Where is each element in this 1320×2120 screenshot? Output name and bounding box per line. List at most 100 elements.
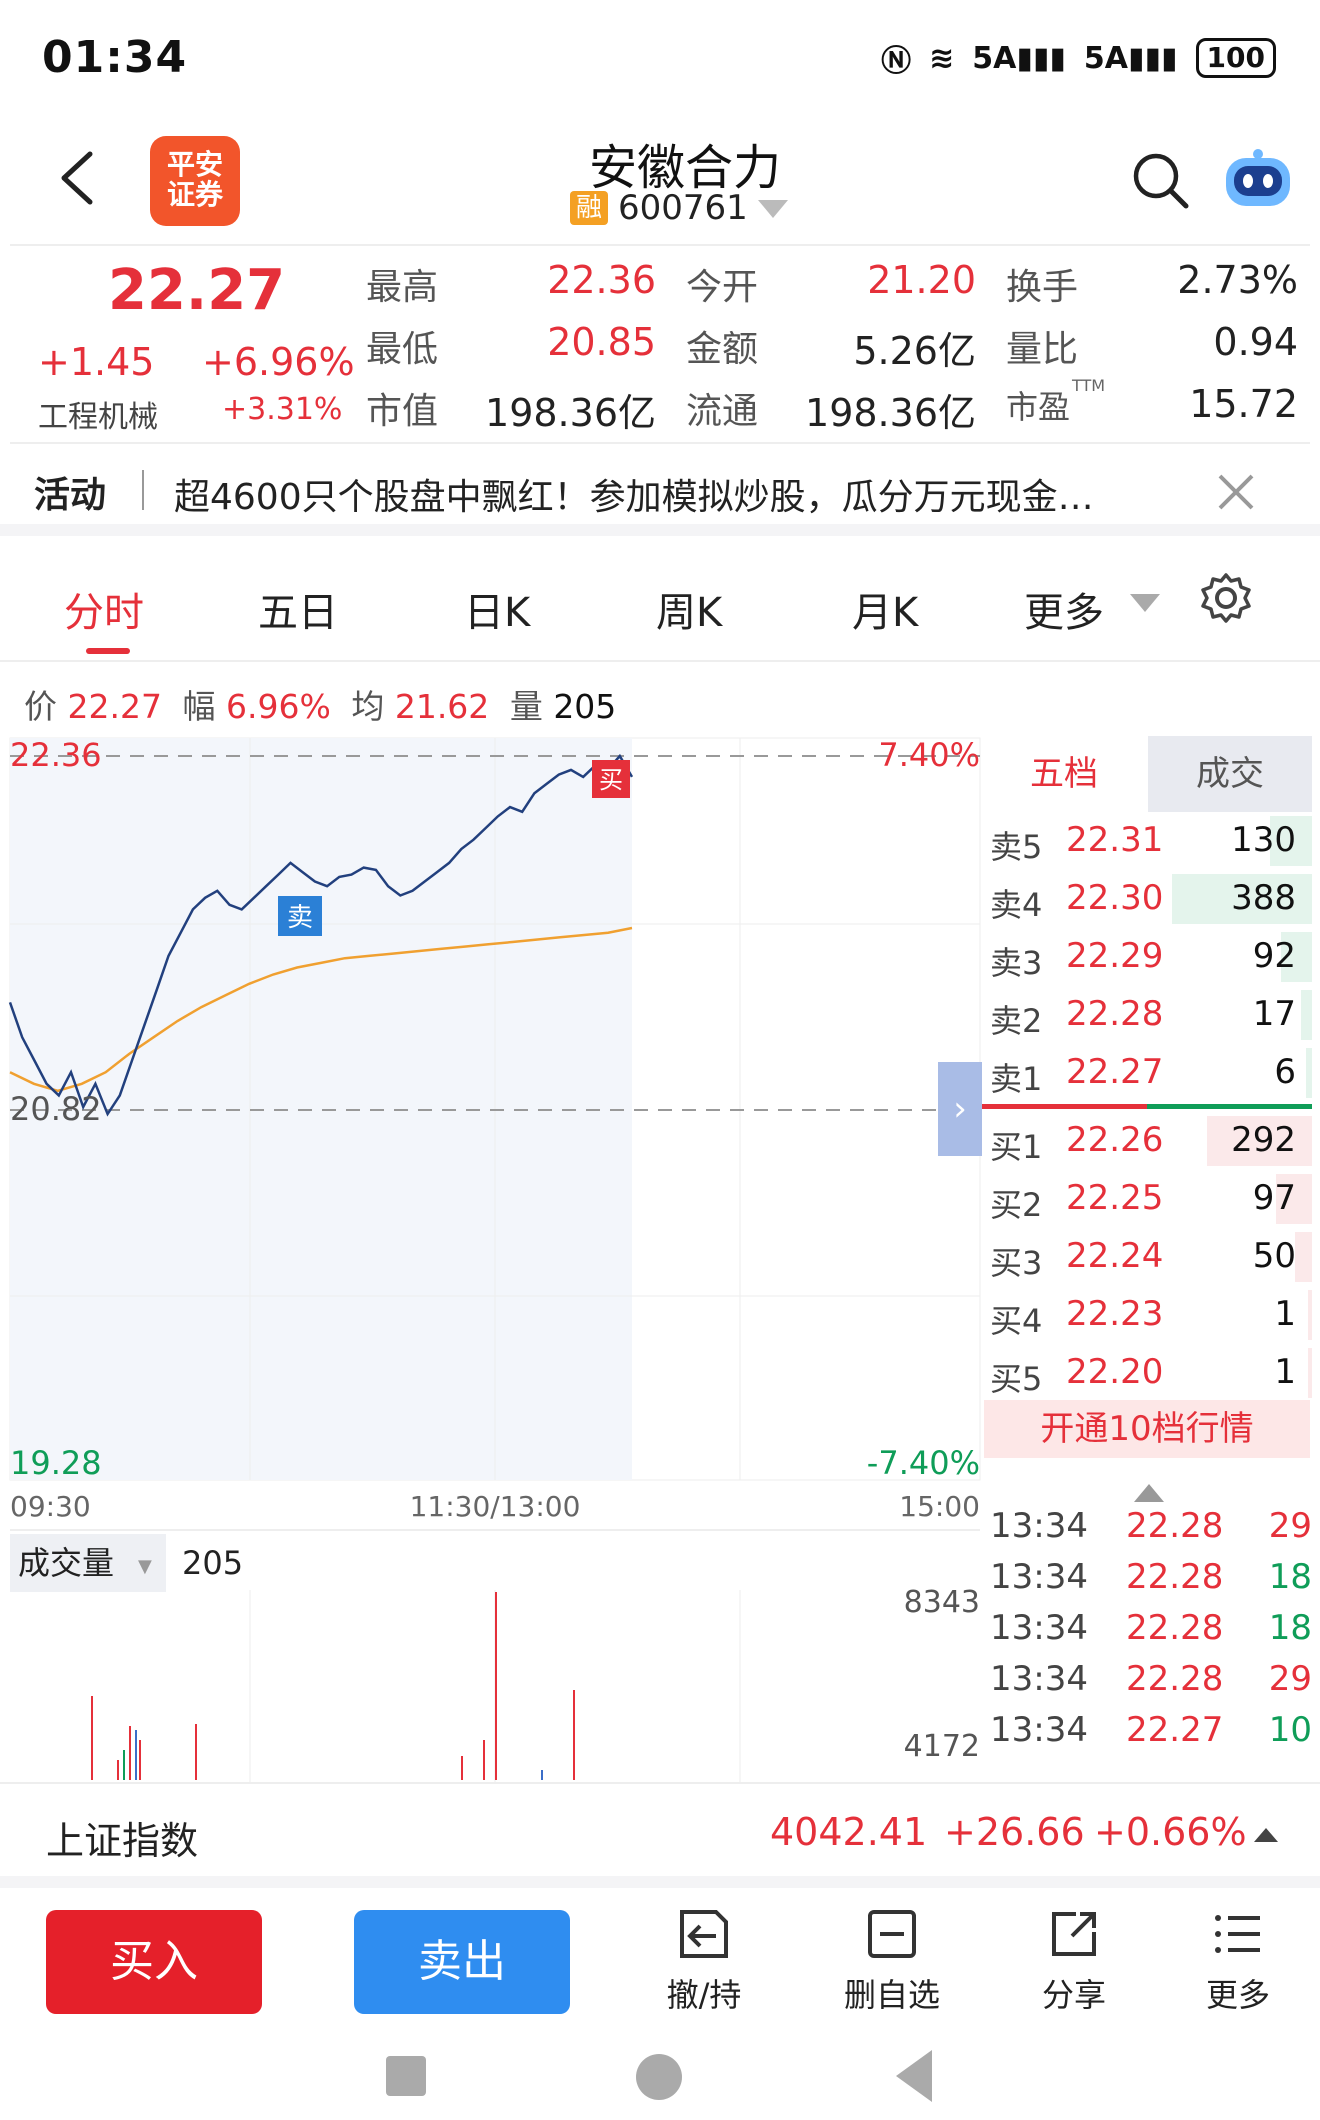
pct-min-label: -7.40%: [867, 1444, 980, 1482]
field-value: 198.36亿: [805, 391, 976, 435]
sell-button[interactable]: 卖出: [354, 1910, 570, 2014]
field-value: 198.36亿: [485, 391, 656, 435]
index-value: 4042.41: [770, 1810, 928, 1854]
home-button[interactable]: [636, 2054, 682, 2100]
index-change: +26.66: [944, 1810, 1085, 1854]
status-icons: Ⓝ ≋ 5A▮▮▮ 5A▮▮▮ 100: [881, 36, 1276, 80]
sector-name[interactable]: 工程机械: [38, 392, 158, 436]
price-change-pct: +6.96%: [202, 340, 355, 384]
y-min-label: 19.28: [10, 1444, 102, 1482]
x-label-open: 09:30: [10, 1490, 91, 1523]
activity-text[interactable]: 超4600只个股盘中飘红！参加模拟炒股，瓜分万元现金…: [174, 468, 1094, 520]
bid-row[interactable]: 买5 22.20 1: [982, 1344, 1312, 1402]
ask-row[interactable]: 卖5 22.31 130: [982, 812, 1312, 870]
chevron-right-icon: ›: [953, 1089, 967, 1129]
menu-icon: [1215, 1915, 1260, 1953]
ask-row[interactable]: 卖1 22.27 6: [982, 1044, 1312, 1102]
caret-up-icon[interactable]: [1134, 1482, 1164, 1502]
tab-monthly-k[interactable]: 月K: [852, 580, 918, 638]
field-value: 21.20: [867, 258, 976, 302]
field-label: 最低: [366, 329, 439, 370]
wifi-icon: ≋: [929, 40, 955, 76]
index-change-pct: +0.66%: [1094, 1810, 1247, 1854]
buy-marker[interactable]: 买: [592, 760, 630, 798]
field-label: 金额: [686, 329, 759, 370]
activity-tag: 活动: [34, 475, 107, 516]
spread-divider-red: [982, 1104, 1147, 1109]
remove-icon: [868, 1910, 916, 1958]
trade-ticks: 13:34 22.28 29 13:34 22.28 18 13:34 22.28 18 1…: [990, 1506, 1312, 1782]
battery-icon: 100: [1195, 38, 1276, 78]
field-label: 市值: [366, 391, 439, 432]
broker-logo: 平安证券: [150, 136, 240, 226]
svg-text:卖: 卖: [287, 903, 313, 933]
field-label: 市盈: [1006, 388, 1071, 426]
field-value: 5.26亿: [853, 329, 976, 373]
buy-button[interactable]: 买入: [46, 1910, 262, 2014]
field-value: 0.94: [1213, 320, 1298, 364]
trade-row: 13:34 22.27 10: [990, 1710, 1312, 1750]
bid-levels: 买1 22.26 292 买2 22.25 97 买3 22.24 50 买4 22.23 1 …: [982, 1112, 1312, 1402]
bid-row[interactable]: 买3 22.24 50: [982, 1228, 1312, 1286]
tab-five-level[interactable]: 五档: [982, 736, 1146, 812]
status-clock: 01:34: [42, 32, 188, 83]
share-button[interactable]: 分享: [1004, 1906, 1144, 2016]
share-icon: [1052, 1912, 1096, 1956]
field-value: 15.72: [1189, 382, 1298, 426]
tab-five-day[interactable]: 五日: [258, 580, 338, 638]
info-amplitude: 6.96%: [225, 687, 331, 726]
bid-row[interactable]: 买4 22.23 1: [982, 1286, 1312, 1344]
open-10-level-button[interactable]: 开通10档行情: [984, 1400, 1310, 1458]
signal2-icon: 5A▮▮▮: [1083, 40, 1178, 76]
intraday-chart[interactable]: 22.36 20.82 19.28 7.40% -7.40% 09:30 11:…: [0, 730, 985, 1782]
ask-row[interactable]: 卖4 22.30 388: [982, 870, 1312, 928]
cancel-hold-button[interactable]: 撤/持: [634, 1906, 774, 2016]
tab-intraday[interactable]: 分时: [64, 580, 144, 638]
divider: [142, 470, 144, 510]
tab-trades[interactable]: 成交: [1148, 736, 1312, 812]
trade-row: 13:34 22.28 29: [990, 1659, 1312, 1699]
field-label: 最高: [366, 267, 439, 308]
trade-row: 13:34 22.28 18: [990, 1608, 1312, 1648]
trade-row: 13:34 22.28 29: [990, 1506, 1312, 1546]
close-icon[interactable]: [1214, 470, 1258, 514]
pct-max-label: 7.40%: [878, 736, 980, 774]
volume-tick: 4172: [904, 1729, 980, 1764]
price-change: +1.45: [38, 340, 155, 384]
ttm-tag: TTM: [1072, 376, 1106, 395]
tab-weekly-k[interactable]: 周K: [656, 580, 722, 638]
gear-icon[interactable]: [1200, 572, 1252, 624]
stock-code-selector[interactable]: 融 600761: [570, 188, 788, 228]
x-label-close: 15:00: [899, 1490, 980, 1523]
nfc-icon: Ⓝ: [881, 44, 912, 79]
caret-down-icon: [1130, 594, 1160, 612]
signal-icon: 5A▮▮▮: [972, 40, 1066, 76]
ask-row[interactable]: 卖3 22.29 92: [982, 928, 1312, 986]
caret-down-icon: [757, 200, 788, 218]
last-price: 22.27: [108, 258, 286, 323]
ask-row[interactable]: 卖2 22.28 17: [982, 986, 1312, 1044]
info-volume: 205: [553, 687, 617, 726]
y-max-label: 22.36: [10, 736, 102, 774]
active-tab-indicator: [86, 648, 130, 654]
volume-bars: [91, 1592, 575, 1780]
field-label: 换手: [1006, 267, 1079, 308]
info-average: 21.62: [394, 687, 490, 726]
ask-levels: 卖5 22.31 130 卖4 22.30 388 卖3 22.29 92 卖2 22.28 1…: [982, 812, 1312, 1102]
more-button[interactable]: 更多: [1168, 1906, 1308, 2016]
remove-watchlist-button[interactable]: 删自选: [822, 1906, 962, 2016]
field-label: 今开: [686, 267, 759, 308]
robot-assistant-icon[interactable]: [1222, 146, 1294, 212]
search-icon[interactable]: [1130, 150, 1190, 210]
tab-daily-k[interactable]: 日K: [464, 580, 530, 638]
back-arrow-icon[interactable]: [52, 148, 102, 208]
system-back-button[interactable]: [896, 2050, 932, 2102]
sell-marker[interactable]: 卖: [278, 896, 322, 936]
field-value: 20.85: [547, 320, 656, 364]
recent-apps-button[interactable]: [386, 2056, 426, 2096]
bid-row[interactable]: 买1 22.26 292: [982, 1112, 1312, 1170]
caret-up-icon[interactable]: [1254, 1826, 1278, 1842]
bid-row[interactable]: 买2 22.25 97: [982, 1170, 1312, 1228]
tab-more[interactable]: 更多: [1024, 580, 1104, 638]
cancel-order-icon: [680, 1910, 728, 1958]
